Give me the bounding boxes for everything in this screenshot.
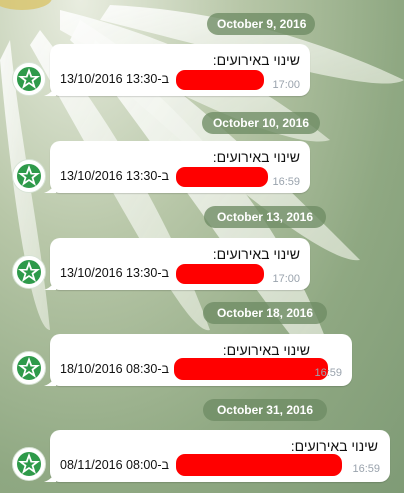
- date-separator: October 10, 2016: [202, 112, 320, 134]
- redaction-mark: [174, 358, 328, 380]
- message-body: 13/10/2016 ב-13:30: [60, 169, 169, 183]
- channel-avatar-icon[interactable]: [12, 62, 46, 96]
- date-separator: October 31, 2016: [203, 399, 327, 421]
- redaction-mark: [176, 264, 264, 284]
- message-time: 17:00: [272, 273, 300, 285]
- message-bubble[interactable]: שינוי באירועים: 08/11/2016 ב-08:00 16:59: [44, 430, 390, 482]
- message-title: שינוי באירועים:: [212, 149, 300, 165]
- message-bubble[interactable]: שינוי באירועים: 13/10/2016 ב-13:30 16:59: [44, 141, 310, 193]
- bubble-tail: [44, 278, 56, 290]
- message-title: שינוי באירועים:: [290, 438, 378, 454]
- redaction-mark: [176, 167, 268, 187]
- message-body: 08/11/2016 ב-08:00: [60, 458, 169, 472]
- channel-avatar-icon[interactable]: [12, 447, 46, 481]
- bubble-tail: [44, 470, 56, 482]
- message-time: 16:59: [272, 176, 300, 188]
- redaction-mark: [176, 454, 342, 476]
- message-time: 17:00: [272, 79, 300, 91]
- message-title: שינוי באירועים:: [212, 246, 300, 262]
- redaction-mark: [176, 70, 264, 90]
- message-bubble[interactable]: שינוי באירועים: 13/10/2016 ב-13:30 17:00: [44, 44, 310, 96]
- message-time: 16:59: [352, 463, 380, 475]
- bubble-tail: [44, 374, 56, 386]
- message-body: 13/10/2016 ב-13:30: [60, 72, 169, 86]
- date-separator: October 13, 2016: [204, 206, 326, 228]
- channel-avatar-icon[interactable]: [12, 351, 46, 385]
- date-separator: October 9, 2016: [207, 13, 315, 35]
- message-title: שינוי באירועים:: [212, 52, 300, 68]
- bubble-tail: [44, 181, 56, 193]
- message-body: 18/10/2016 ב-08:30: [60, 362, 169, 376]
- message-bubble[interactable]: שינוי באירועים: 18/10/2016 ב-08:30 16:59: [44, 334, 352, 386]
- message-time: 16:59: [314, 367, 342, 379]
- bubble-tail: [44, 84, 56, 96]
- date-separator: October 18, 2016: [203, 302, 327, 324]
- message-body: 13/10/2016 ב-13:30: [60, 266, 169, 280]
- channel-avatar-icon[interactable]: [12, 159, 46, 193]
- channel-avatar-icon[interactable]: [12, 255, 46, 289]
- message-bubble[interactable]: שינוי באירועים: 13/10/2016 ב-13:30 17:00: [44, 238, 310, 290]
- message-title: שינוי באירועים:: [222, 342, 310, 358]
